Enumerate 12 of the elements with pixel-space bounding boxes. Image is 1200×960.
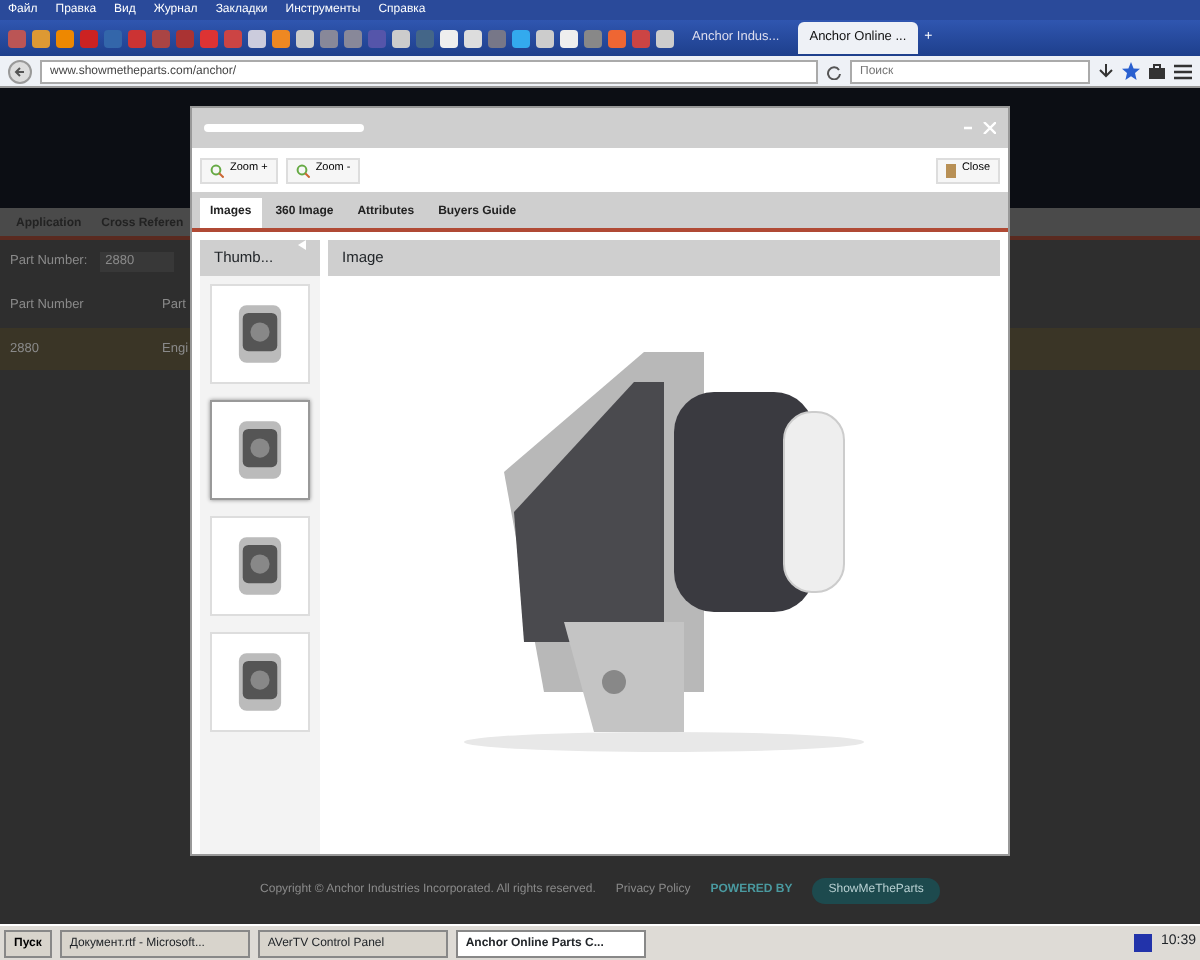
- star-icon: [1122, 62, 1140, 80]
- window-controls-icon: [964, 122, 996, 134]
- magnifier-icon: [295, 163, 310, 177]
- briefcase-icon: [1148, 63, 1166, 79]
- reload-icon: [826, 63, 842, 79]
- menu-icon: [1174, 63, 1192, 79]
- download-icon: [1098, 63, 1114, 79]
- collapse-arrow-icon: [298, 240, 306, 250]
- magnifier-icon: [210, 163, 224, 177]
- thumbnail[interactable]: [210, 400, 310, 500]
- tray-icon: [1134, 934, 1153, 952]
- door-icon: [945, 163, 956, 177]
